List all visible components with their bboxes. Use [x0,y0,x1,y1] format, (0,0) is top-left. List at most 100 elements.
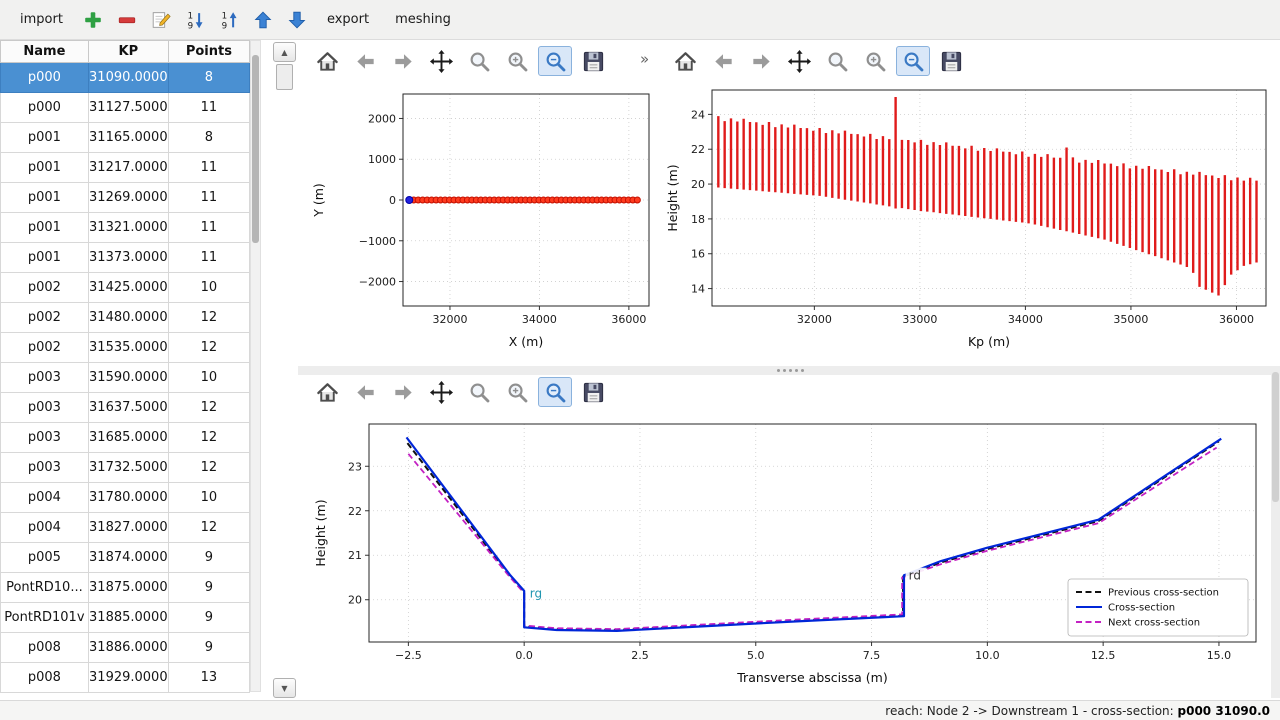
table-cell[interactable]: 11 [168,243,249,273]
table-row[interactable]: p00831886.00009 [1,633,250,663]
table-cell[interactable]: 12 [168,423,249,453]
table-row[interactable]: p00131321.000011 [1,213,250,243]
column-header-points[interactable]: Points [168,41,249,63]
table-cell[interactable]: 9 [168,543,249,573]
table-row[interactable]: PontRD101v31885.00009 [1,603,250,633]
table-cell[interactable]: PontRD10... [1,573,89,603]
table-cell[interactable]: 10 [168,483,249,513]
import-button[interactable]: import [10,7,73,32]
longitudinal-profile-plot[interactable]: 3200033000340003500036000141618202224Kp … [660,78,1278,366]
meshing-button[interactable]: meshing [385,7,461,32]
table-cell[interactable]: 31732.5000 [88,453,168,483]
zoom-button[interactable] [820,46,854,76]
table-cell[interactable]: p004 [1,513,89,543]
save-button[interactable] [934,46,968,76]
table-cell[interactable]: 31875.0000 [88,573,168,603]
column-header-name[interactable]: Name [1,41,89,63]
pan-button[interactable] [424,377,458,407]
scroll-down-button[interactable]: ▼ [273,678,296,698]
remove-button[interactable] [113,6,141,34]
table-cell[interactable]: 31480.0000 [88,303,168,333]
table-cell[interactable]: 12 [168,453,249,483]
table-cell[interactable]: p008 [1,633,89,663]
table-cell[interactable]: p002 [1,303,89,333]
table-row[interactable]: p00131373.000011 [1,243,250,273]
table-row[interactable]: p00531874.00009 [1,543,250,573]
table-cell[interactable]: 9 [168,573,249,603]
table-row[interactable]: p00331637.500012 [1,393,250,423]
table-cell[interactable]: 31590.0000 [88,363,168,393]
sort-desc-button[interactable]: 19 [215,6,243,34]
plan-view-plot[interactable]: 320003400036000−2000−1000010002000X (m)Y… [303,78,659,366]
table-cell[interactable]: 8 [168,123,249,153]
right-scrollbar-thumb[interactable] [1272,372,1279,502]
table-cell[interactable]: 31885.0000 [88,603,168,633]
table-cell[interactable]: 12 [168,303,249,333]
edit-axes-button[interactable] [538,377,572,407]
table-cell[interactable]: 11 [168,183,249,213]
table-row[interactable]: p00131217.000011 [1,153,250,183]
table-cell[interactable]: 31535.0000 [88,333,168,363]
save-button[interactable] [576,377,610,407]
table-cell[interactable]: p003 [1,393,89,423]
table-cell[interactable]: 9 [168,633,249,663]
back-button[interactable] [706,46,740,76]
move-up-button[interactable] [249,6,277,34]
table-cell[interactable]: 12 [168,393,249,423]
table-cell[interactable]: 31827.0000 [88,513,168,543]
table-cell[interactable]: p001 [1,153,89,183]
table-cell[interactable]: 31874.0000 [88,543,168,573]
table-cell[interactable]: 11 [168,93,249,123]
table-row[interactable]: p00831929.000013 [1,663,250,693]
forward-button[interactable] [386,46,420,76]
table-cell[interactable]: 31780.0000 [88,483,168,513]
table-cell[interactable]: 31321.0000 [88,213,168,243]
table-cell[interactable]: 31929.0000 [88,663,168,693]
table-row[interactable]: p00131269.000011 [1,183,250,213]
table-row[interactable]: PontRD10...31875.00009 [1,573,250,603]
back-button[interactable] [348,46,382,76]
table-cell[interactable]: p001 [1,183,89,213]
column-header-kp[interactable]: KP [88,41,168,63]
subplots-button[interactable] [858,46,892,76]
table-cell[interactable]: PontRD101v [1,603,89,633]
table-cell[interactable]: 31685.0000 [88,423,168,453]
home-button[interactable] [310,377,344,407]
table-cell[interactable]: 31373.0000 [88,243,168,273]
table-cell[interactable]: 11 [168,153,249,183]
table-cell[interactable]: p000 [1,93,89,123]
panel-scrollbar-thumb[interactable] [276,64,293,90]
edit-button[interactable] [147,6,175,34]
table-row[interactable]: p00231425.000010 [1,273,250,303]
table-row[interactable]: p00231535.000012 [1,333,250,363]
table-cell[interactable]: p001 [1,213,89,243]
zoom-button[interactable] [462,46,496,76]
table-cell[interactable]: 8 [168,63,249,93]
table-cell[interactable]: p003 [1,363,89,393]
table-cell[interactable]: 31269.0000 [88,183,168,213]
export-button[interactable]: export [317,7,379,32]
horizontal-splitter[interactable] [298,366,1280,375]
table-cell[interactable]: 31217.0000 [88,153,168,183]
table-cell[interactable]: 10 [168,273,249,303]
table-row[interactable]: p00331685.000012 [1,423,250,453]
table-row[interactable]: p00031127.500011 [1,93,250,123]
forward-button[interactable] [386,377,420,407]
table-cell[interactable]: 31886.0000 [88,633,168,663]
back-button[interactable] [348,377,382,407]
table-row[interactable]: p00431780.000010 [1,483,250,513]
edit-axes-button[interactable] [538,46,572,76]
table-scrollbar[interactable] [250,40,261,692]
sort-asc-button[interactable]: 19 [181,6,209,34]
pan-button[interactable] [782,46,816,76]
cross-section-plot[interactable]: −2.50.02.55.07.510.012.515.020212223rgrd… [303,410,1270,698]
table-cell[interactable]: 31090.0000 [88,63,168,93]
forward-button[interactable] [744,46,778,76]
save-button[interactable] [576,46,610,76]
table-row[interactable]: p00031090.00008 [1,63,250,93]
table-cell[interactable]: p001 [1,123,89,153]
table-row[interactable]: p00431827.000012 [1,513,250,543]
table-cell[interactable]: 11 [168,213,249,243]
table-row[interactable]: p00331732.500012 [1,453,250,483]
home-button[interactable] [668,46,702,76]
